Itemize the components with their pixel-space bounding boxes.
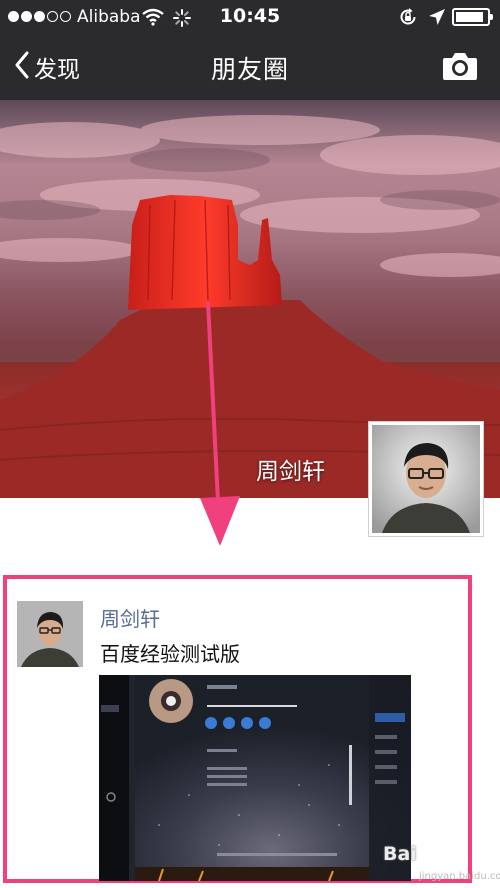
navigation-bar: 发现 朋友圈 <box>0 34 500 100</box>
cover-user-name: 周剑轩 <box>256 459 325 485</box>
moment-text: 百度经验测试版 <box>100 642 240 666</box>
page-title: 朋友圈 <box>210 55 289 84</box>
rotation-lock-icon <box>398 7 418 32</box>
avatar <box>17 601 83 667</box>
location-arrow-icon <box>428 8 446 31</box>
watermark-brand: Bai <box>383 843 417 865</box>
camera-icon <box>442 53 478 85</box>
moment-attached-image[interactable] <box>99 675 411 881</box>
moment-avatar[interactable] <box>17 601 83 667</box>
battery-icon <box>452 8 493 26</box>
moment-user-name[interactable]: 周剑轩 <box>100 603 160 632</box>
watermark-url: jingyan.baidu.com <box>419 871 500 882</box>
moment-post: 周剑轩 百度经验测试版 <box>3 575 472 883</box>
camera-button[interactable] <box>442 51 478 85</box>
avatar <box>372 425 480 533</box>
photo-of-screen-image <box>99 675 411 881</box>
annotation-arrow-icon <box>200 302 240 546</box>
status-time: 10:45 <box>219 5 281 27</box>
status-bar: Alibaba 10:45 <box>0 0 500 34</box>
profile-avatar[interactable] <box>368 421 484 537</box>
battery-level <box>456 12 483 22</box>
baidu-watermark: Bai jingyan.baidu.com <box>383 843 500 887</box>
